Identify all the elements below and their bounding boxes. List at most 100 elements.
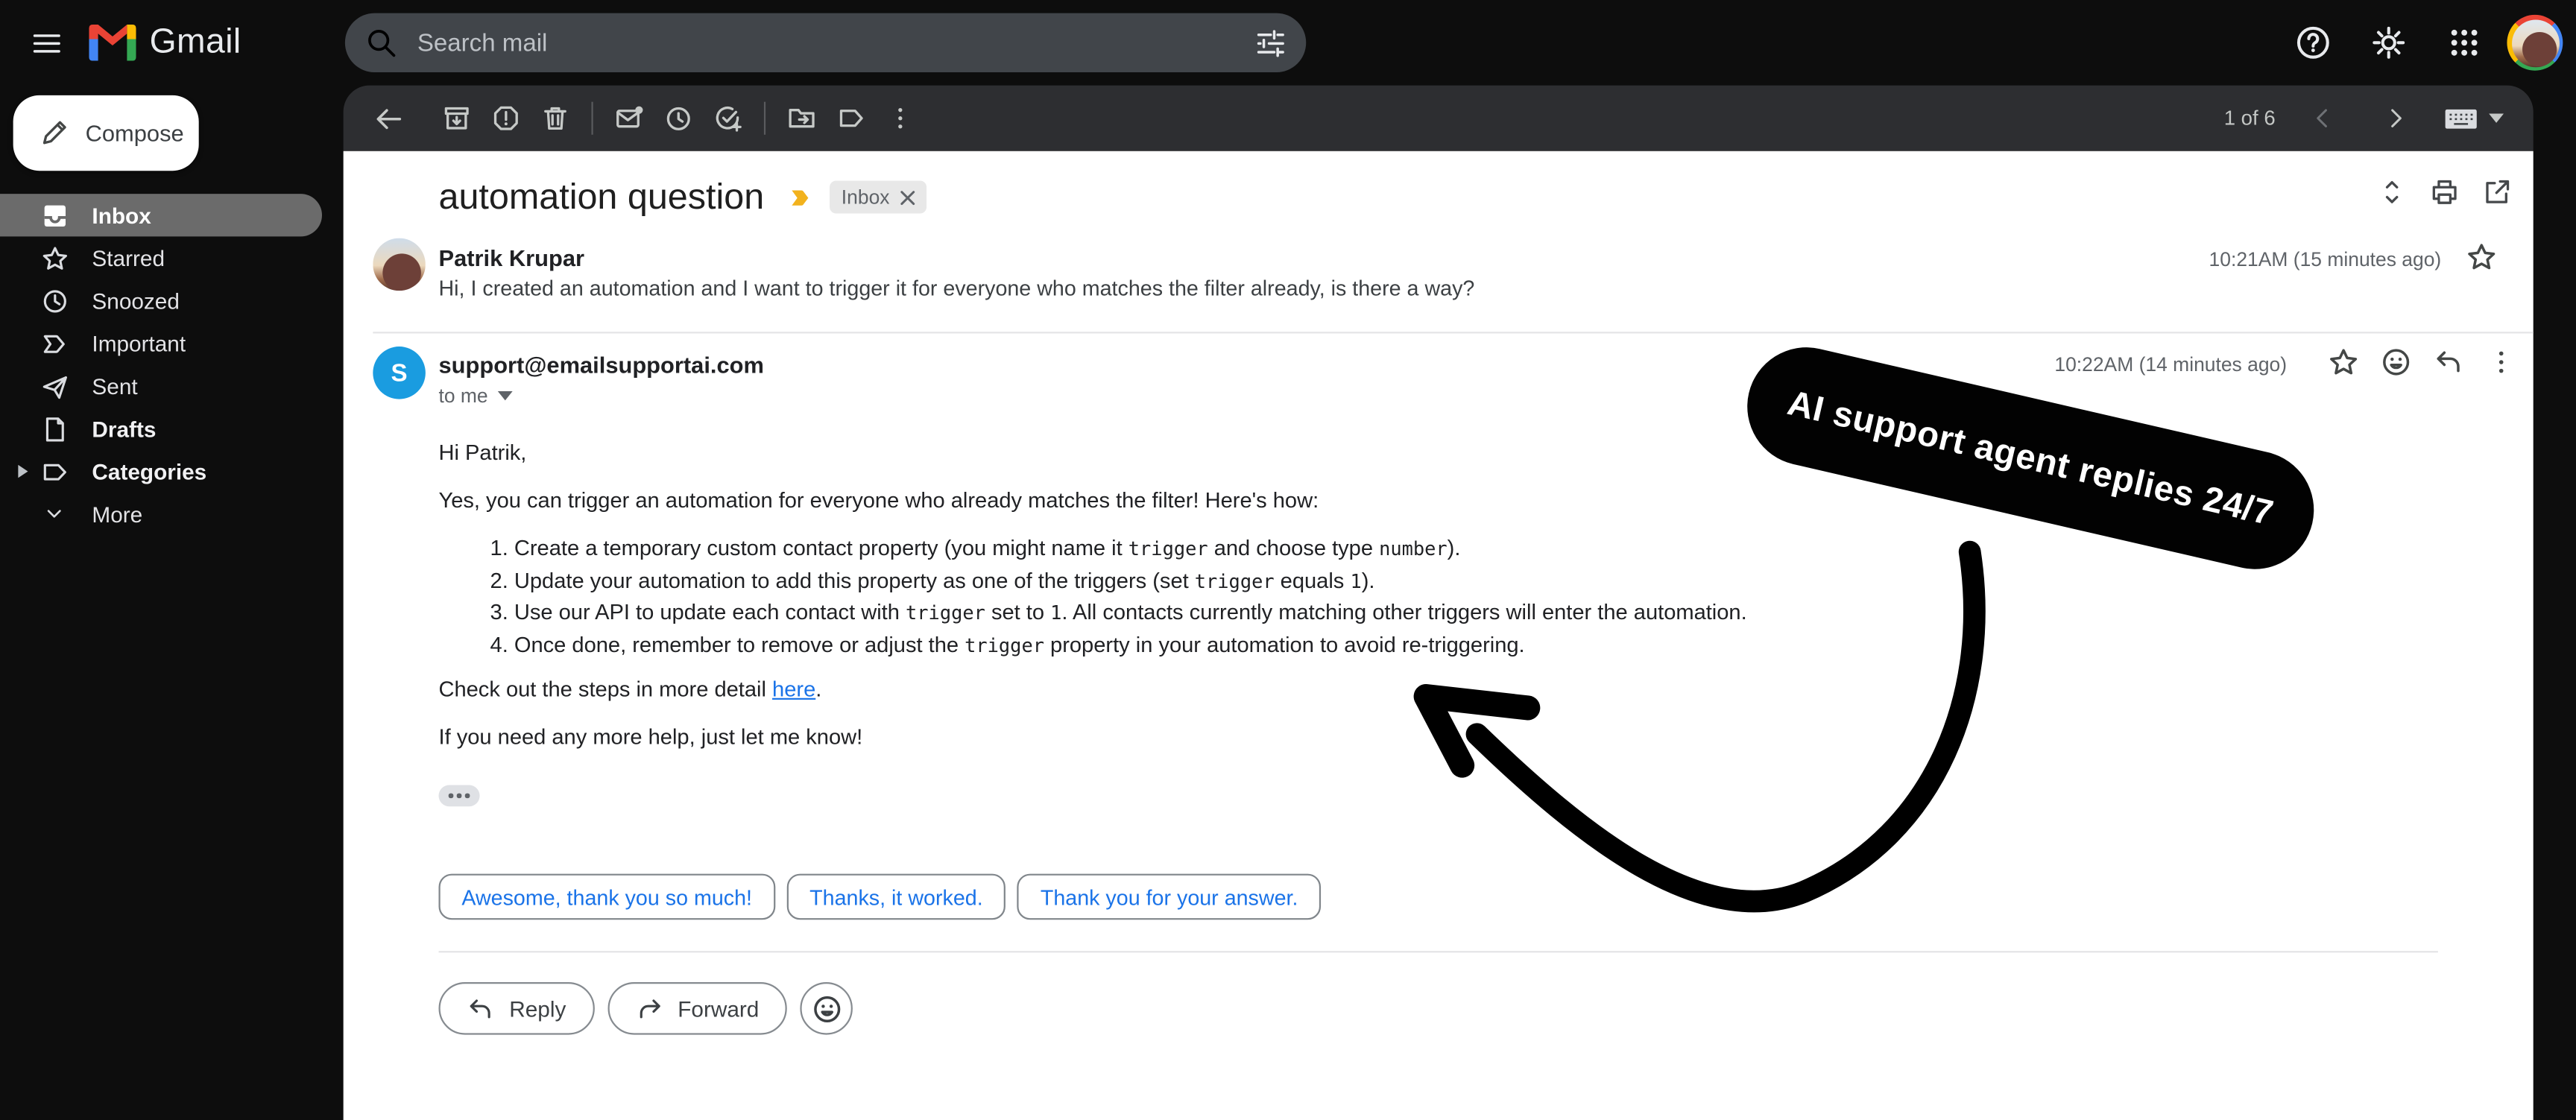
clock-icon [40, 287, 69, 314]
label-icon [839, 110, 863, 127]
pagination-counter: 1 of 6 [2223, 107, 2276, 130]
message-sender[interactable]: Patrik Krupar [438, 244, 584, 270]
add-reaction-button[interactable] [800, 982, 853, 1035]
search-options-icon[interactable] [1255, 27, 1287, 58]
more-vertical-icon [898, 108, 903, 129]
star-outline-icon[interactable] [2328, 347, 2359, 378]
sender-avatar[interactable] [373, 238, 426, 291]
smart-reply-chip[interactable]: Thank you for your answer. [1017, 873, 1322, 920]
top-bar: Gmail [0, 0, 2576, 86]
remove-label-icon[interactable] [900, 190, 915, 205]
gmail-wordmark: Gmail [149, 22, 242, 61]
toolbar-separator [763, 101, 766, 135]
move-folder-icon [789, 109, 815, 128]
message-actions [2328, 347, 2516, 378]
star-icon [40, 244, 69, 271]
smart-reply-chip[interactable]: Thanks, it worked. [786, 873, 1006, 920]
snooze-button[interactable] [654, 94, 703, 143]
body-step: Use our API to update each contact with … [514, 599, 2279, 625]
chevron-right-icon [2391, 109, 2402, 127]
input-tools-selector[interactable] [2443, 104, 2504, 132]
older-button[interactable] [2370, 94, 2419, 143]
sidebar-nav: Inbox Starred Snoozed Important Sent Dra… [0, 194, 344, 535]
archive-button[interactable] [432, 94, 482, 143]
back-button[interactable] [363, 94, 412, 143]
star-outline-icon [2468, 244, 2496, 270]
delete-button[interactable] [531, 94, 580, 143]
search-bar[interactable] [344, 13, 1307, 72]
google-apps-button[interactable] [2431, 10, 2497, 75]
labels-button[interactable] [827, 94, 876, 143]
smart-reply-row: Awesome, thank you so much! Thanks, it w… [438, 873, 1322, 920]
more-vertical-icon[interactable] [2486, 347, 2517, 378]
back-arrow-icon [376, 108, 401, 129]
help-icon [2296, 26, 2329, 59]
sidebar-item-important[interactable]: Important [0, 322, 344, 364]
open-in-new-icon[interactable] [2482, 177, 2512, 207]
important-icon [40, 329, 69, 357]
message-timestamp: 10:22AM (14 minutes ago) [2054, 352, 2288, 376]
reply-icon[interactable] [2433, 347, 2464, 378]
draft-icon [40, 415, 69, 443]
top-right-actions [2280, 10, 2563, 75]
message-snippet[interactable]: Hi, I created an automation and I want t… [438, 276, 1474, 300]
details-caret-icon [497, 390, 513, 401]
settings-button[interactable] [2356, 10, 2422, 75]
more-options-button[interactable] [876, 94, 925, 143]
sidebar-item-drafts[interactable]: Drafts [0, 408, 344, 450]
search-icon [368, 30, 396, 57]
report-spam-button[interactable] [482, 94, 531, 143]
report-spam-icon [493, 106, 518, 130]
expand-caret-icon[interactable] [18, 464, 28, 478]
sidebar-item-categories[interactable]: Categories [0, 450, 344, 493]
inbox-icon [40, 201, 69, 229]
conversation-view: automation question Inbox Patrik Krupar … [343, 151, 2534, 1120]
main-menu-button[interactable] [13, 10, 79, 75]
search-input[interactable] [414, 27, 1255, 59]
move-to-button[interactable] [777, 94, 827, 143]
avatar-photo [2510, 19, 2559, 67]
trash-icon [544, 107, 566, 130]
reply-button[interactable]: Reply [438, 982, 594, 1035]
mark-unread-button[interactable] [604, 94, 654, 143]
smart-reply-chip[interactable]: Awesome, thank you so much! [438, 873, 775, 920]
message-sender[interactable]: support@emailsupportai.com [438, 352, 763, 378]
add-to-tasks-button[interactable] [703, 94, 752, 143]
sidebar-item-sent[interactable]: Sent [0, 364, 344, 407]
message-divider [373, 332, 2534, 334]
add-task-icon [716, 107, 742, 132]
emoji-reaction-icon[interactable] [2381, 347, 2412, 378]
snooze-icon [666, 107, 690, 130]
sidebar: Compose Inbox Starred Snoozed Important … [0, 86, 344, 1120]
gmail-m-icon [89, 25, 136, 61]
help-button[interactable] [2280, 10, 2346, 75]
show-trimmed-content-button[interactable] [438, 785, 480, 807]
apps-grid-icon [2451, 29, 2478, 56]
gear-icon [2373, 26, 2405, 59]
expand-all-icon[interactable] [2377, 177, 2407, 207]
chevron-left-icon [2317, 109, 2327, 127]
send-icon [40, 372, 69, 399]
tag-icon [40, 458, 69, 485]
compose-button[interactable]: Compose [13, 95, 199, 171]
important-marker-icon [787, 185, 813, 209]
body-step: Create a temporary custom contact proper… [514, 536, 2279, 562]
detail-link[interactable]: here [772, 676, 815, 700]
sidebar-item-inbox[interactable]: Inbox [0, 194, 322, 237]
inbox-label-chip[interactable]: Inbox [830, 180, 926, 214]
newer-button[interactable] [2299, 94, 2348, 143]
account-avatar[interactable] [2507, 14, 2563, 71]
toolbar-separator [591, 101, 593, 135]
sidebar-item-more[interactable]: More [0, 493, 344, 535]
body-step: Once done, remember to remove or adjust … [514, 631, 2279, 657]
sidebar-item-starred[interactable]: Starred [0, 236, 344, 279]
message-timestamp: 10:21AM (15 minutes ago) [2209, 247, 2442, 271]
gmail-logo: Gmail [89, 23, 242, 63]
thread-subject: automation question [438, 175, 765, 217]
forward-button[interactable]: Forward [607, 982, 787, 1035]
sidebar-item-snoozed[interactable]: Snoozed [0, 279, 344, 322]
recipient-row[interactable]: to me [438, 385, 513, 408]
star-message-button[interactable] [2466, 241, 2497, 273]
sender-avatar[interactable]: S [373, 347, 426, 399]
print-icon[interactable] [2430, 177, 2460, 207]
